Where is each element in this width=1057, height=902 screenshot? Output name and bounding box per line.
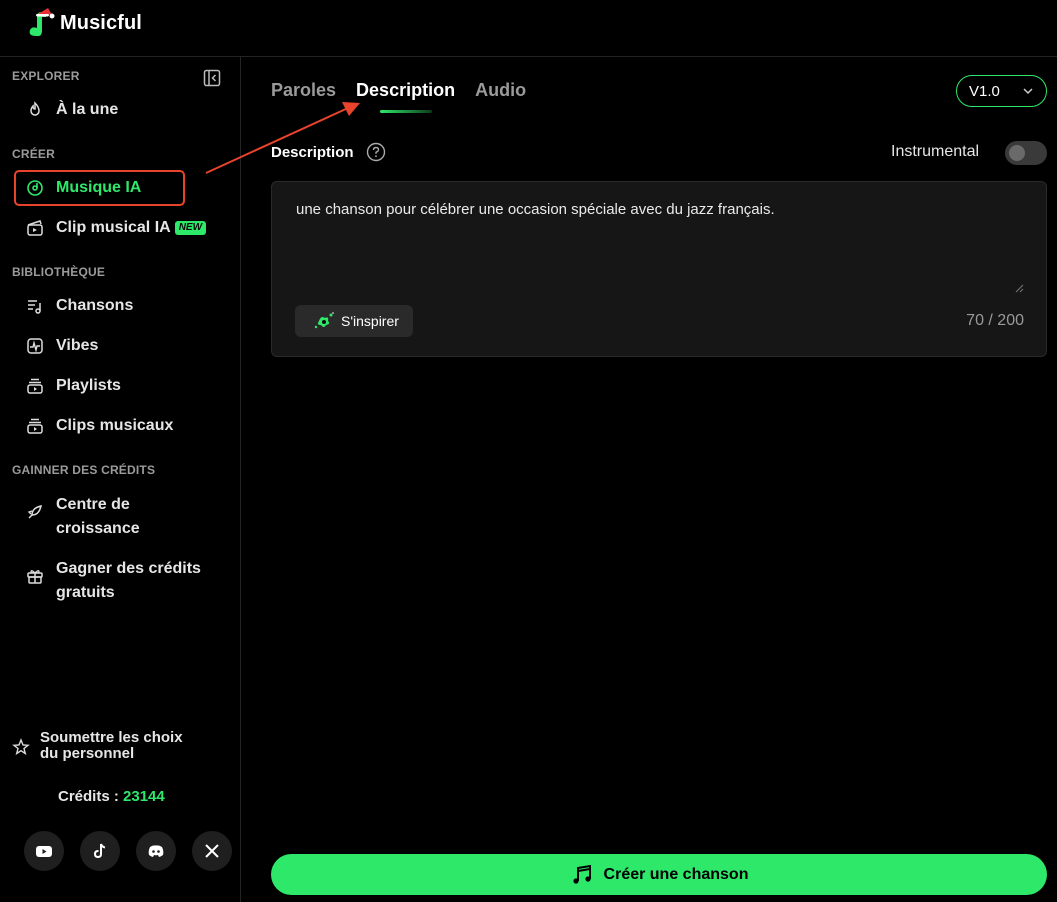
section-explore: EXPLORER [12,69,80,83]
sidebar-item-music-clips[interactable]: Clips musicaux [26,417,173,435]
x-button[interactable] [192,831,232,871]
section-earn: GAINNER DES CRÉDITS [12,463,156,477]
video-stack-icon [27,418,43,434]
flame-icon [30,101,40,116]
inspire-button[interactable]: S'inspirer [295,305,413,337]
social-links [24,831,232,871]
inspire-label: S'inspirer [341,313,399,329]
sidebar-item-featured[interactable]: À la une [26,101,118,119]
logo-icon [29,8,55,37]
sidebar-item-playlists[interactable]: Playlists [26,377,121,395]
sidebar-item-label: Vibes [56,337,99,354]
sidebar-item-ai-music[interactable]: Musique IA [26,179,141,197]
new-badge: NEW [174,221,207,235]
sidebar-item-label: Gagner des crédits gratuits [56,560,201,601]
section-create: CRÉER [12,147,56,161]
tab-audio[interactable]: Audio [475,80,526,101]
description-text[interactable]: une chanson pour célébrer une occasion s… [296,201,1016,218]
playlist-icon [27,378,43,394]
app-name: Musicful [60,11,142,34]
discord-icon [148,845,164,857]
tab-lyrics[interactable]: Paroles [271,80,336,101]
toggle-knob [1009,145,1025,161]
sidebar: EXPLORER À la une CRÉER Musique IA Clip … [0,57,241,902]
x-icon [205,844,219,858]
chevron-down-icon [1023,88,1033,95]
tab-bar: Paroles Description Audio [271,80,526,101]
youtube-button[interactable] [24,831,64,871]
rocket-icon [27,505,42,519]
sidebar-item-label: Playlists [56,377,121,394]
section-library: BIBLIOTHÈQUE [12,265,106,279]
version-value: V1.0 [969,82,1000,100]
submit-staff-picks-label: Soumettre les choix du personnel [40,729,183,762]
song-list-icon [28,300,41,314]
create-song-button[interactable]: Créer une chanson [271,854,1047,895]
logo[interactable]: Musicful [26,6,142,40]
app-header: Musicful [0,0,1057,57]
sidebar-item-label: Chansons [56,297,134,314]
sidebar-item-songs[interactable]: Chansons [26,297,133,315]
tab-description[interactable]: Description [356,80,455,101]
music-note-icon [572,864,591,884]
sidebar-item-growth[interactable]: Centre de croissance [26,493,140,541]
youtube-icon [36,846,52,857]
credits-label: Crédits : [58,788,119,805]
sidebar-item-free-credits[interactable]: Gagner des crédits gratuits [26,557,201,605]
version-select[interactable]: V1.0 [956,75,1047,107]
active-tab-indicator [380,110,432,113]
sidebar-item-ai-clip[interactable]: Clip musical IA NEW [26,219,207,237]
sidebar-item-label: Clips musicaux [56,417,174,434]
star-icon [12,738,30,756]
resize-handle-icon[interactable] [1014,283,1024,293]
wave-icon [27,338,43,354]
discord-button[interactable] [136,831,176,871]
help-icon[interactable] [366,142,386,162]
credits-value: 23144 [123,788,165,805]
sparkle-icon [314,312,334,329]
instrumental-label: Instrumental [891,143,980,160]
sidebar-item-vibes[interactable]: Vibes [26,337,98,355]
create-song-label: Créer une chanson [603,865,749,883]
tiktok-button[interactable] [80,831,120,871]
character-counter: 70 / 200 [966,312,1024,329]
sidebar-item-label: Centre de croissance [56,496,140,537]
description-heading: Description [271,142,386,162]
credits-display: Crédits : 23144 [58,788,165,805]
description-label: Description [271,143,354,161]
instrumental-toggle[interactable] [1005,141,1047,165]
sidebar-item-label: Clip musical IA [56,219,171,236]
sidebar-item-label: Musique IA [56,179,142,196]
clapperboard-icon [27,220,43,236]
gift-icon [27,570,43,584]
submit-staff-picks[interactable]: Soumettre les choix du personnel [12,730,183,762]
sidebar-item-label: À la une [56,101,119,118]
music-disc-icon [27,180,43,196]
collapse-sidebar-icon[interactable] [203,69,221,87]
tiktok-icon [93,843,106,859]
description-input[interactable]: une chanson pour célébrer une occasion s… [271,181,1047,357]
